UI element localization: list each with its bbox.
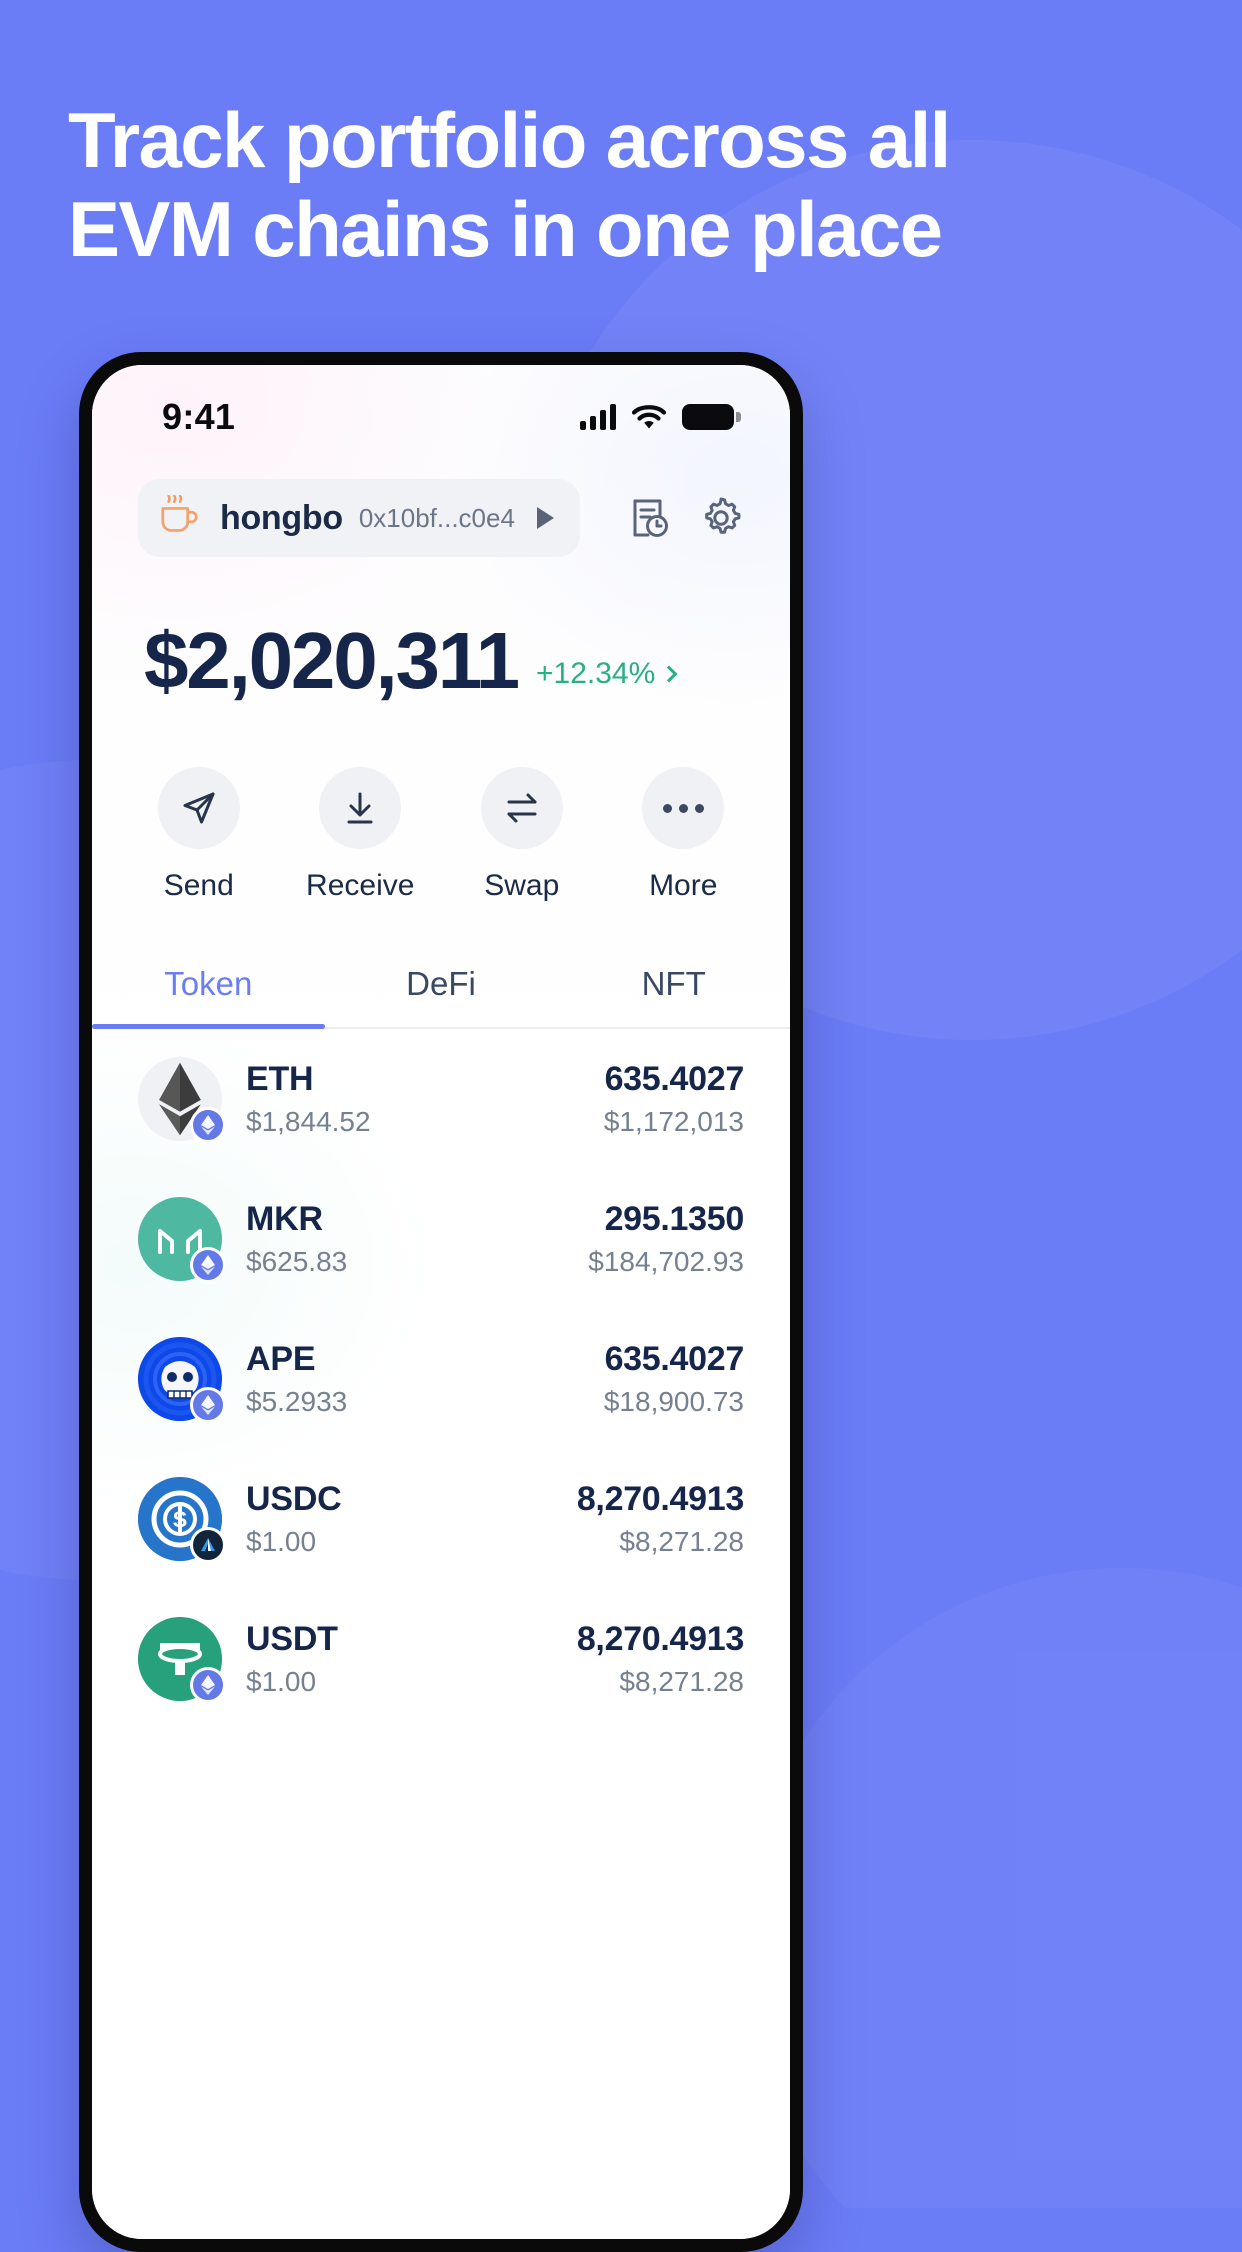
signal-bars-icon (580, 404, 616, 430)
token-symbol: USDT (246, 1620, 338, 1658)
gear-icon[interactable] (698, 495, 744, 541)
battery-icon (682, 404, 741, 430)
table-row[interactable]: S USDC $1.00 8,270.4913 $8,271.28 (138, 1449, 744, 1589)
token-meta: APE $5.2933 (246, 1340, 580, 1418)
token-symbol: MKR (246, 1200, 323, 1238)
send-button-label: Send (163, 869, 234, 902)
ellipsis-icon (662, 803, 704, 813)
tab-token[interactable]: Token (92, 965, 325, 1029)
token-symbol: ETH (246, 1060, 314, 1098)
headline-line-1: Track portfolio across all (68, 96, 951, 184)
token-price: $625.83 (246, 1246, 348, 1277)
send-button-circle (157, 767, 240, 849)
download-arrow-icon (347, 792, 373, 824)
coffee-cup-icon (161, 495, 198, 532)
send-paper-plane-icon (183, 792, 215, 824)
phone-screen: 9:41 hongbo 0x10bf...c0e4 $2,020,311 +12… (92, 365, 790, 2239)
token-icon-wrap (138, 1337, 226, 1423)
token-amount: 8,270.4913 (576, 1620, 744, 1658)
token-icon-wrap (138, 1197, 226, 1283)
token-usd-value: $1,172,013 (603, 1106, 744, 1137)
token-amount: 635.4027 (604, 1340, 745, 1378)
wifi-icon (632, 405, 666, 429)
more-button[interactable]: More (608, 767, 758, 903)
wallet-address: 0x10bf...c0e4 (358, 502, 515, 533)
wallet-name: hongbo (220, 498, 343, 537)
token-values: 8,270.4913 $8,271.28 (577, 1620, 744, 1698)
balance-change-value: +12.34% (535, 657, 656, 690)
arbitrum-chain-badge (190, 1527, 226, 1563)
tab-nft[interactable]: NFT (557, 965, 790, 1027)
receive-button-label: Receive (306, 869, 415, 902)
token-values: 295.1350 $184,702.93 (588, 1200, 744, 1278)
token-usd-value: $18,900.73 (603, 1386, 744, 1417)
token-price: $1.00 (246, 1526, 317, 1557)
token-values: 635.4027 $18,900.73 (604, 1340, 744, 1418)
receive-button[interactable]: Receive (285, 767, 435, 903)
header-icon-group (626, 495, 744, 541)
svg-text:S: S (173, 1507, 188, 1532)
token-price: $1,844.52 (246, 1106, 371, 1137)
ethereum-chain-badge (190, 1107, 226, 1143)
status-bar-icons (580, 404, 741, 430)
swap-button[interactable]: Swap (447, 767, 597, 903)
wallet-header: hongbo 0x10bf...c0e4 (92, 479, 790, 557)
tab-defi[interactable]: DeFi (325, 965, 558, 1027)
balance-change-button[interactable]: +12.34% (535, 657, 678, 701)
table-row[interactable]: ETH $1,844.52 635.4027 $1,172,013 (138, 1029, 744, 1169)
token-price: $5.2933 (246, 1386, 348, 1417)
token-amount: 635.4027 (604, 1060, 745, 1098)
swap-button-label: Swap (484, 869, 560, 902)
chevron-right-icon (660, 665, 678, 683)
more-button-label: More (649, 869, 718, 902)
token-meta: ETH $1,844.52 (246, 1060, 580, 1138)
status-bar: 9:41 (92, 365, 790, 469)
ethereum-chain-badge (190, 1387, 226, 1423)
token-meta: USDC $1.00 (246, 1480, 553, 1558)
token-usd-value: $8,271.28 (619, 1526, 744, 1557)
token-values: 8,270.4913 $8,271.28 (577, 1480, 744, 1558)
headline-line-2: EVM chains in one place (68, 184, 943, 273)
token-symbol: APE (246, 1340, 316, 1378)
token-icon-wrap: S (138, 1477, 226, 1563)
token-price: $1.00 (246, 1666, 317, 1697)
ethereum-chain-badge (190, 1247, 226, 1283)
history-document-clock-icon[interactable] (626, 495, 672, 541)
more-button-circle (642, 767, 725, 849)
asset-tabs: Token DeFi NFT (92, 965, 790, 1029)
portfolio-balance: $2,020,311 +12.34% (92, 621, 790, 701)
token-amount: 295.1350 (604, 1200, 745, 1238)
token-list: ETH $1,844.52 635.4027 $1,172,013 MKR $6… (92, 1029, 790, 1729)
status-bar-time: 9:41 (162, 396, 236, 437)
token-meta: USDT $1.00 (246, 1620, 553, 1698)
send-button[interactable]: Send (124, 767, 274, 903)
token-amount: 8,270.4913 (576, 1480, 744, 1518)
receive-button-circle (319, 767, 402, 849)
token-meta: MKR $625.83 (246, 1200, 564, 1278)
caret-right-icon (536, 507, 554, 529)
swap-button-circle (480, 767, 563, 849)
token-symbol: USDC (246, 1480, 342, 1518)
table-row[interactable]: APE $5.2933 635.4027 $18,900.73 (138, 1309, 744, 1449)
promo-headline: Track portfolio across all EVM chains in… (68, 96, 1178, 274)
token-values: 635.4027 $1,172,013 (604, 1060, 744, 1138)
background-blob-bottom-right (742, 1568, 1242, 2208)
table-row[interactable]: MKR $625.83 295.1350 $184,702.93 (138, 1169, 744, 1309)
ethereum-chain-badge (190, 1667, 226, 1703)
action-buttons: Send Receive Swap More (92, 767, 790, 903)
swap-arrows-icon (507, 793, 537, 823)
table-row[interactable]: USDT $1.00 8,270.4913 $8,271.28 (138, 1589, 744, 1729)
token-usd-value: $8,271.28 (619, 1666, 744, 1697)
token-icon-wrap (138, 1617, 226, 1703)
token-usd-value: $184,702.93 (588, 1246, 744, 1277)
phone-mockup: 9:41 hongbo 0x10bf...c0e4 $2,020,311 +12… (79, 352, 803, 2252)
balance-amount: $2,020,311 (144, 616, 520, 705)
wallet-selector-chip[interactable]: hongbo 0x10bf...c0e4 (138, 479, 580, 557)
token-icon-wrap (138, 1057, 226, 1143)
